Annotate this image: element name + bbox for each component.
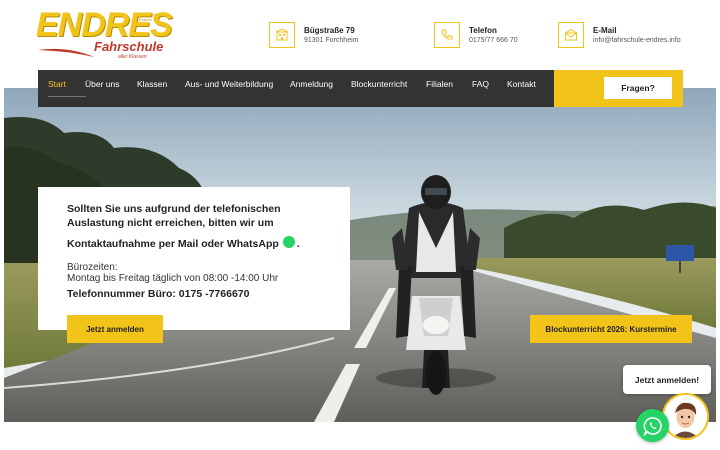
mail-icon <box>558 22 584 48</box>
chat-bubble[interactable]: Jetzt anmelden! <box>623 365 711 394</box>
logo-tagline: aller Klassen <box>118 54 147 60</box>
phone-icon <box>434 22 460 48</box>
contact-email-detail[interactable]: info@fahrschule-endres.info <box>593 37 681 44</box>
chat-avatar[interactable] <box>662 393 709 440</box>
contact-address-title: Bügstraße 79 <box>304 26 355 35</box>
whatsapp-icon <box>643 416 662 436</box>
office-hours-label: Bürozeiten: <box>67 262 118 273</box>
nav-item-ueber-uns[interactable]: Über uns <box>85 70 120 107</box>
nav-item-faq[interactable]: FAQ <box>472 70 489 107</box>
nav-item-start[interactable]: Start <box>48 70 86 107</box>
notice-contact-end: . <box>296 238 300 250</box>
whatsapp-inline-icon <box>282 236 295 248</box>
office-phone: Telefonnummer Büro: 0175 -7766670 <box>67 288 250 300</box>
notice-contact-line: Kontaktaufnahme per Mail oder WhatsApp. <box>67 236 300 250</box>
notice-contact-text: Kontaktaufnahme per Mail oder WhatsApp <box>67 238 279 250</box>
whatsapp-button[interactable] <box>636 409 669 442</box>
contact-address-detail: 91301 Forchheim <box>304 37 359 44</box>
register-button[interactable]: Jetzt anmelden <box>67 315 163 343</box>
contact-phone-detail[interactable]: 0175/77 666 70 <box>469 37 518 44</box>
nav-item-klassen[interactable]: Klassen <box>137 70 167 107</box>
header: Inhaber A. Endres ENDRES Fahrschule alle… <box>0 0 720 70</box>
nav-item-blockunterricht[interactable]: Blockunterricht <box>351 70 407 107</box>
notice-lead: Sollten Sie uns aufgrund der telefonisch… <box>67 203 281 229</box>
nav-cta-area: Fragen? <box>554 70 683 107</box>
building-icon <box>269 22 295 48</box>
office-hours: Montag bis Freitag täglich von 08:00 -14… <box>67 273 279 284</box>
block-course-button[interactable]: Blockunterricht 2026: Kurstermine <box>530 315 692 343</box>
contact-email-title: E-Mail <box>593 26 617 35</box>
logo-subtitle: Fahrschule <box>94 39 164 54</box>
logo[interactable]: Inhaber A. Endres ENDRES Fahrschule alle… <box>36 6 173 62</box>
avatar-illustration-icon <box>664 395 707 438</box>
nav-item-filialen[interactable]: Filialen <box>426 70 453 107</box>
main-nav: Start Über uns Klassen Aus- und Weiterbi… <box>38 70 554 107</box>
contact-phone-title: Telefon <box>469 26 497 35</box>
questions-button[interactable]: Fragen? <box>604 77 672 99</box>
nav-item-kontakt[interactable]: Kontakt <box>507 70 536 107</box>
notice-card: Sollten Sie uns aufgrund der telefonisch… <box>38 187 350 330</box>
nav-item-anmeldung[interactable]: Anmeldung <box>290 70 333 107</box>
nav-item-ausbildung[interactable]: Aus- und Weiterbildung <box>185 70 273 107</box>
